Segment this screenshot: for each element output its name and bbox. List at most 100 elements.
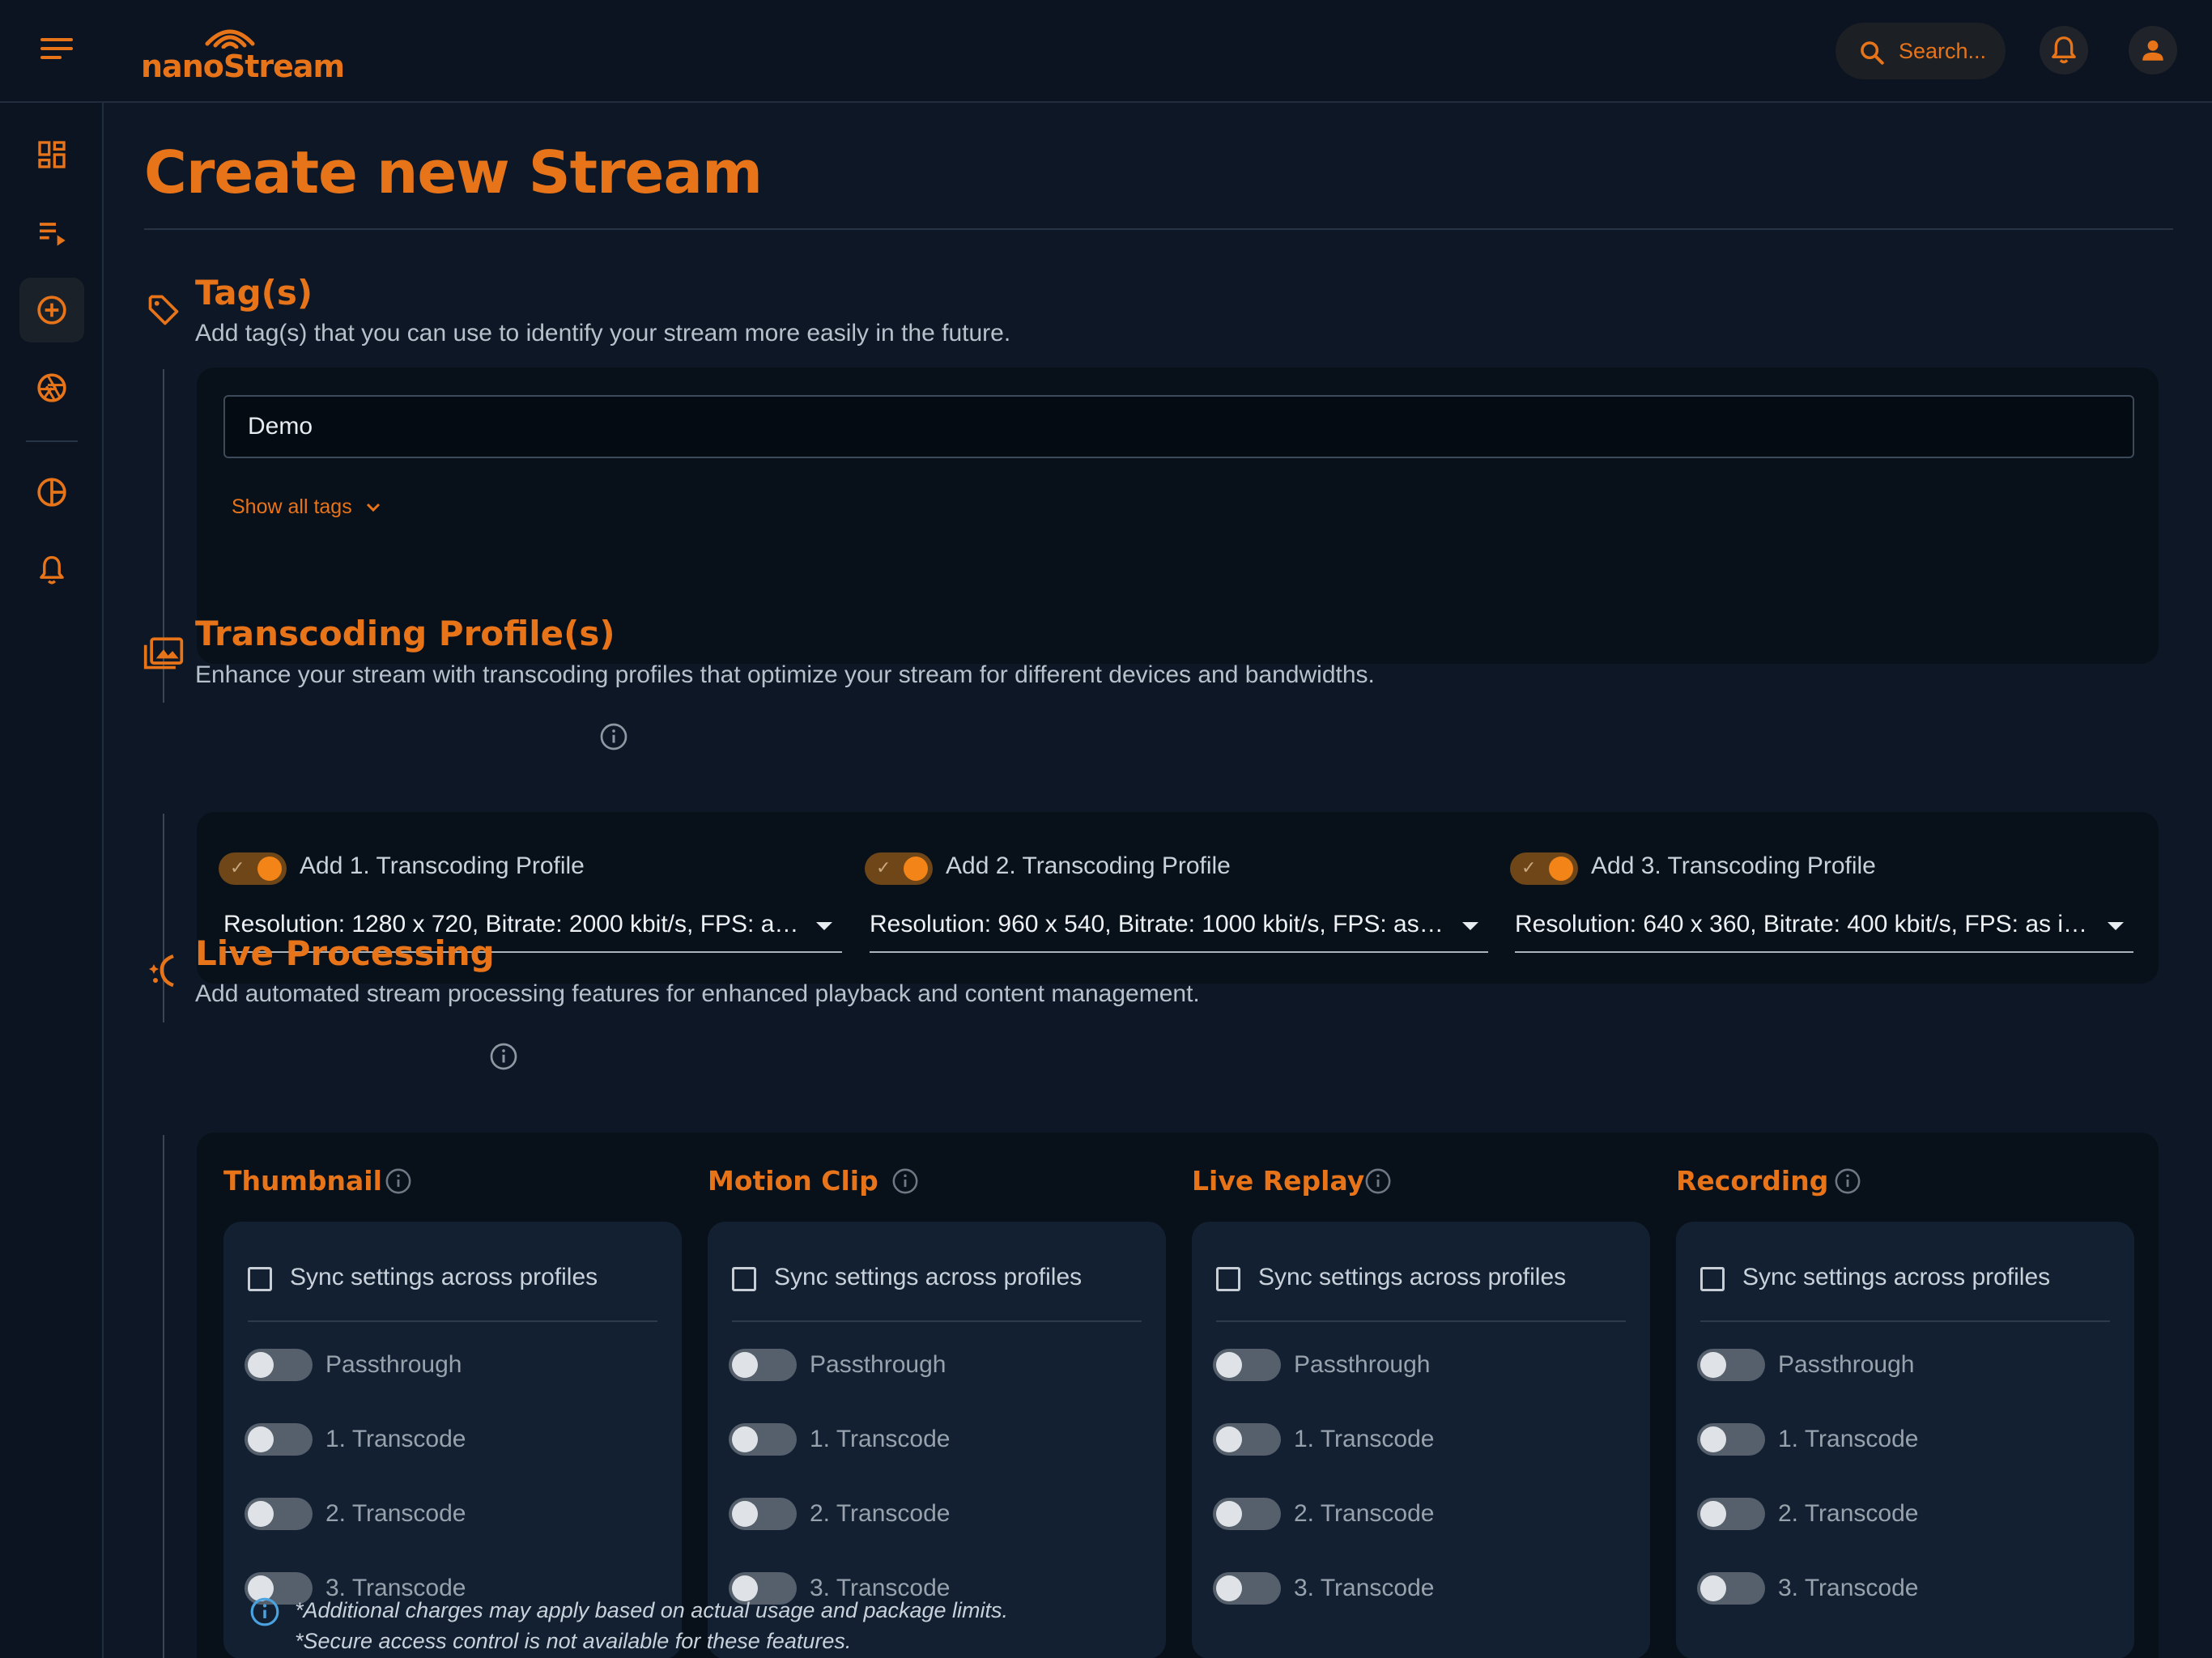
feature-title-live-replay: Live Replay: [1192, 1165, 1365, 1197]
feature-title-thumbnail: Thumbnail: [223, 1165, 382, 1197]
option-label: 2. Transcode: [810, 1500, 951, 1527]
dashboard-icon: [38, 141, 66, 168]
toggle-transcode-3[interactable]: [1697, 1572, 1765, 1605]
option-label: 2. Transcode: [1294, 1500, 1435, 1527]
profile-3-toggle[interactable]: ✓: [1510, 852, 1578, 885]
option-label: 2. Transcode: [325, 1500, 466, 1527]
feature-card-live-replay: Sync settings across profiles Passthroug…: [1192, 1222, 1650, 1658]
profile-1-label: Add 1. Transcoding Profile: [300, 852, 585, 879]
profile-1-toggle[interactable]: ✓: [219, 852, 287, 885]
search-box[interactable]: Search...: [1836, 23, 2006, 79]
add-circle-icon: [37, 295, 66, 325]
user-avatar-button[interactable]: [2129, 26, 2177, 74]
toggle-transcode-1[interactable]: [729, 1423, 797, 1456]
live-replay-info-icon[interactable]: [1364, 1167, 1392, 1195]
toggle-transcode-2[interactable]: [1213, 1498, 1281, 1530]
sync-checkbox[interactable]: [1216, 1267, 1240, 1291]
profile-2-value: Resolution: 960 x 540, Bitrate: 1000 kbi…: [870, 911, 1479, 937]
option-label: 3. Transcode: [1778, 1575, 1919, 1601]
option-label: 1. Transcode: [1778, 1426, 1919, 1452]
feature-card-thumbnail: Sync settings across profiles Passthroug…: [223, 1222, 682, 1658]
feature-card-motion-clip: Sync settings across profiles Passthroug…: [708, 1222, 1166, 1658]
user-icon: [2142, 40, 2163, 61]
caret-down-icon: [816, 922, 832, 930]
sync-label: Sync settings across profiles: [1742, 1264, 2051, 1290]
caret-down-icon: [1462, 922, 1478, 930]
option-label: Passthrough: [1294, 1351, 1431, 1378]
sidebar-item-capture[interactable]: [19, 355, 84, 420]
tag-icon: [148, 295, 179, 325]
playlist-icon: [40, 223, 66, 246]
bell-icon: [40, 555, 64, 585]
notice-line-2: *Secure access control is not available …: [295, 1629, 852, 1653]
sync-checkbox[interactable]: [248, 1267, 272, 1291]
top-bar: nanoStream Search...: [0, 0, 2212, 103]
motion-clip-info-icon[interactable]: [891, 1167, 919, 1195]
search-icon: [1861, 41, 1884, 65]
live-processing-card: Thumbnail Sync settings across profiles …: [197, 1133, 2159, 1658]
show-all-tags-label: Show all tags: [232, 495, 352, 518]
tags-title: Tag(s): [195, 273, 313, 312]
profile-3-select[interactable]: Resolution: 640 x 360, Bitrate: 400 kbit…: [1515, 904, 2133, 953]
info-circle-icon: [250, 1597, 279, 1626]
recording-info-icon[interactable]: [1834, 1167, 1861, 1195]
toggle-transcode-3[interactable]: [1213, 1572, 1281, 1605]
search-placeholder: Search...: [1899, 39, 1987, 63]
chevron-down-icon: [366, 504, 380, 512]
sidebar-item-analytics[interactable]: [19, 460, 84, 525]
toggle-passthrough[interactable]: [729, 1349, 797, 1381]
sidebar-item-alerts[interactable]: [19, 538, 84, 602]
sidebar: [0, 103, 104, 1658]
logo-text: nanoStream: [141, 49, 345, 84]
sidebar-divider: [26, 440, 78, 442]
option-label: Passthrough: [325, 1351, 462, 1378]
transcoding-description: Enhance your stream with transcoding pro…: [195, 661, 1375, 688]
toggle-transcode-1[interactable]: [245, 1423, 313, 1456]
sidebar-item-dashboard[interactable]: [19, 122, 84, 187]
sidebar-item-streams[interactable]: [19, 200, 84, 265]
option-label: 3. Transcode: [1294, 1575, 1435, 1601]
tags-description: Add tag(s) that you can use to identify …: [195, 320, 1011, 346]
check-icon: ✓: [1521, 857, 1537, 878]
toggle-passthrough[interactable]: [245, 1349, 313, 1381]
tag-input[interactable]: Demo: [223, 395, 2134, 458]
toggle-transcode-2[interactable]: [729, 1498, 797, 1530]
option-label: 1. Transcode: [325, 1426, 466, 1452]
magic-icon: [149, 954, 174, 988]
toggle-transcode-2[interactable]: [245, 1498, 313, 1530]
pie-chart-icon: [37, 478, 66, 507]
check-icon: ✓: [876, 857, 891, 878]
aperture-icon: [37, 373, 66, 402]
profile-2-toggle[interactable]: ✓: [865, 852, 933, 885]
feature-title-motion-clip: Motion Clip: [708, 1165, 878, 1197]
section-guide-line: [163, 1135, 164, 1658]
bell-icon: [2052, 36, 2076, 64]
toggle-passthrough[interactable]: [1213, 1349, 1281, 1381]
feature-title-recording: Recording: [1676, 1165, 1829, 1197]
option-label: Passthrough: [810, 1351, 946, 1378]
notifications-button[interactable]: [2040, 26, 2088, 74]
title-divider: [144, 228, 2173, 230]
sync-label: Sync settings across profiles: [290, 1264, 598, 1290]
profile-2-label: Add 2. Transcoding Profile: [946, 852, 1231, 879]
profile-3-label: Add 3. Transcoding Profile: [1591, 852, 1876, 879]
sidebar-item-create-stream[interactable]: [19, 278, 84, 342]
live-processing-info-icon[interactable]: [489, 1042, 518, 1071]
sync-checkbox[interactable]: [1700, 1267, 1725, 1291]
toggle-transcode-1[interactable]: [1213, 1423, 1281, 1456]
profile-2-select[interactable]: Resolution: 960 x 540, Bitrate: 1000 kbi…: [870, 904, 1488, 953]
feature-divider: [1700, 1320, 2110, 1322]
option-label: 1. Transcode: [1294, 1426, 1435, 1452]
option-label: 2. Transcode: [1778, 1500, 1919, 1527]
gallery-icon: [143, 637, 184, 670]
show-all-tags-link[interactable]: Show all tags: [232, 495, 381, 519]
sync-checkbox[interactable]: [732, 1267, 756, 1291]
toggle-transcode-1[interactable]: [1697, 1423, 1765, 1456]
live-processing-title: Live Processing: [195, 933, 495, 973]
menu-icon[interactable]: [40, 38, 73, 64]
transcoding-info-icon[interactable]: [599, 722, 628, 751]
toggle-transcode-2[interactable]: [1697, 1498, 1765, 1530]
thumbnail-info-icon[interactable]: [385, 1167, 412, 1195]
toggle-passthrough[interactable]: [1697, 1349, 1765, 1381]
caret-down-icon: [2108, 922, 2124, 930]
